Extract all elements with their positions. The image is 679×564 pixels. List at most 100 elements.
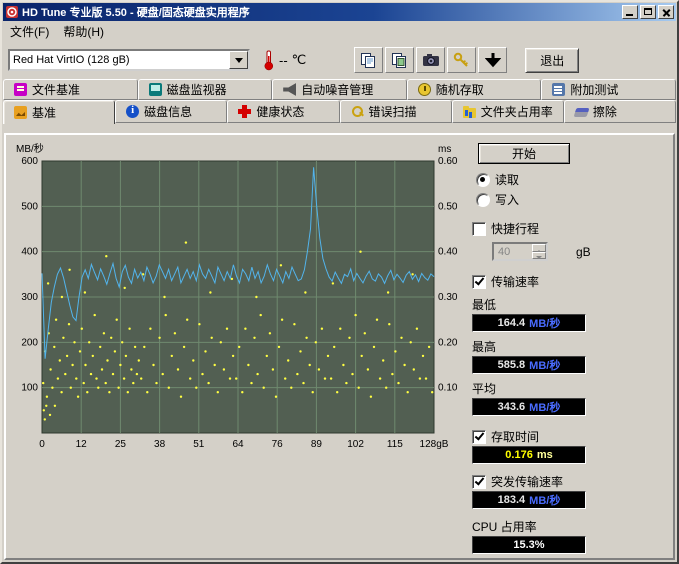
tab-extra-tests[interactable]: 附加测试 (541, 79, 676, 100)
tab-label: 附加测试 (570, 81, 618, 98)
svg-text:300: 300 (21, 292, 38, 303)
burst-checkbox-row[interactable]: 突发传输速率 (472, 473, 671, 490)
download-arrow-icon (485, 52, 501, 68)
short-stroke-unit-label: gB (576, 245, 591, 259)
copy-text-button[interactable] (354, 47, 383, 73)
svg-text:0.20: 0.20 (438, 337, 458, 348)
svg-text:0.60: 0.60 (438, 156, 458, 167)
aam-icon (283, 83, 296, 96)
close-button[interactable] (658, 5, 674, 19)
tab-error-scan[interactable]: 错误扫描 (340, 100, 452, 123)
short-stroke-checkbox-row[interactable]: 快捷行程 (472, 220, 671, 237)
svg-text:0.50: 0.50 (438, 201, 458, 212)
temperature-value: -- (279, 53, 288, 68)
copy-image-button[interactable] (385, 47, 414, 73)
spin-up-button[interactable] (532, 244, 546, 252)
read-radio[interactable]: 读取 (476, 171, 671, 188)
drive-select-value: Red Hat VirtIO (128 gB) (10, 54, 229, 66)
svg-text:400: 400 (21, 247, 38, 258)
short-stroke-checkbox[interactable] (472, 222, 486, 236)
tab-disk-monitor[interactable]: 磁盘监视器 (138, 79, 273, 100)
svg-text:38: 38 (154, 439, 166, 450)
exit-button[interactable]: 退出 (525, 48, 579, 73)
tab-folder-usage[interactable]: 文件夹占用率 (452, 100, 564, 123)
health-icon (238, 105, 251, 118)
max-label: 最高 (472, 338, 671, 355)
tabrow-bottom: 基准 磁盘信息 健康状态 错误扫描 文件夹占用率 擦除 (2, 100, 677, 124)
menu-file[interactable]: 文件(F) (3, 22, 56, 41)
transfer-rate-checkbox[interactable] (472, 275, 486, 289)
read-radio-circle[interactable] (476, 173, 490, 187)
tab-label: 随机存取 (436, 81, 484, 98)
minimize-button[interactable] (622, 5, 638, 19)
svg-text:0: 0 (39, 439, 45, 450)
maximize-button[interactable] (640, 5, 656, 19)
spin-down-button[interactable] (532, 252, 546, 260)
burst-value-box: 183.4 MB/秒 (472, 491, 586, 509)
save-results-button[interactable] (478, 47, 507, 73)
burst-checkbox[interactable] (472, 475, 486, 489)
short-stroke-size-input[interactable]: 40 (492, 242, 548, 261)
tab-label: 磁盘监视器 (167, 81, 227, 98)
tab-benchmark[interactable]: 基准 (3, 100, 115, 124)
svg-text:0.10: 0.10 (438, 383, 458, 394)
access-time-checkbox[interactable] (472, 430, 486, 444)
svg-text:102: 102 (347, 439, 364, 450)
drive-select-arrow[interactable] (229, 51, 248, 69)
burst-value: 183.4 (498, 494, 526, 506)
keys-icon (453, 52, 471, 68)
max-value-box: 585.8 MB/秒 (472, 356, 586, 374)
disk-info-icon (126, 105, 139, 118)
tab-disk-info[interactable]: 磁盘信息 (115, 100, 227, 123)
disk-monitor-icon (149, 83, 162, 96)
keys-button[interactable] (447, 47, 476, 73)
write-radio[interactable]: 写入 (476, 191, 671, 208)
copy-text-icon (360, 52, 377, 69)
tab-random-access[interactable]: 随机存取 (407, 79, 542, 100)
file-benchmark-icon (14, 83, 27, 96)
tab-label: 文件基准 (32, 81, 80, 98)
transfer-rate-label: 传输速率 (491, 273, 539, 290)
transfer-rate-checkbox-row[interactable]: 传输速率 (472, 273, 671, 290)
folder-usage-icon (463, 108, 476, 118)
tab-label: 错误扫描 (369, 103, 417, 120)
tab-label: 文件夹占用率 (481, 103, 553, 120)
min-label: 最低 (472, 296, 671, 313)
camera-button[interactable] (416, 47, 445, 73)
access-time-label: 存取时间 (491, 428, 539, 445)
svg-text:0.40: 0.40 (438, 247, 458, 258)
access-time-value: 0.176 (505, 449, 533, 461)
svg-text:0.30: 0.30 (438, 292, 458, 303)
avg-unit: MB/秒 (529, 399, 560, 415)
toolbar-buttons (354, 47, 509, 73)
svg-text:ms: ms (438, 144, 451, 155)
short-stroke-label: 快捷行程 (491, 220, 539, 237)
window-title: HD Tune 专业版 5.50 - 硬盘/固态硬盘实用程序 (22, 4, 620, 20)
write-radio-circle[interactable] (476, 193, 490, 207)
access-time-checkbox-row[interactable]: 存取时间 (472, 428, 671, 445)
min-unit: MB/秒 (529, 315, 560, 331)
svg-text:25: 25 (115, 439, 127, 450)
start-button[interactable]: 开始 (478, 143, 570, 164)
svg-text:64: 64 (232, 439, 244, 450)
svg-text:200: 200 (21, 337, 38, 348)
svg-text:MB/秒: MB/秒 (16, 142, 44, 155)
cpu-usage-label: CPU 占用率 (472, 518, 671, 535)
access-time-value-box: 0.176 ms (472, 446, 586, 464)
tab-label: 自动噪音管理 (301, 81, 373, 98)
cpu-usage-value-box: 15.3% (472, 536, 586, 554)
avg-label: 平均 (472, 380, 671, 397)
camera-icon (422, 52, 440, 68)
tab-label: 磁盘信息 (144, 103, 192, 120)
tab-health[interactable]: 健康状态 (227, 100, 339, 123)
burst-label: 突发传输速率 (491, 473, 563, 490)
tab-file-benchmark[interactable]: 文件基准 (3, 79, 138, 100)
svg-text:51: 51 (193, 439, 205, 450)
drive-select[interactable]: Red Hat VirtIO (128 gB) (8, 49, 250, 71)
random-access-icon (418, 83, 431, 96)
tab-aam[interactable]: 自动噪音管理 (272, 79, 407, 100)
write-radio-label: 写入 (495, 191, 519, 208)
menu-help[interactable]: 帮助(H) (56, 22, 111, 41)
access-time-unit: ms (537, 449, 553, 461)
tab-erase[interactable]: 擦除 (564, 100, 676, 123)
